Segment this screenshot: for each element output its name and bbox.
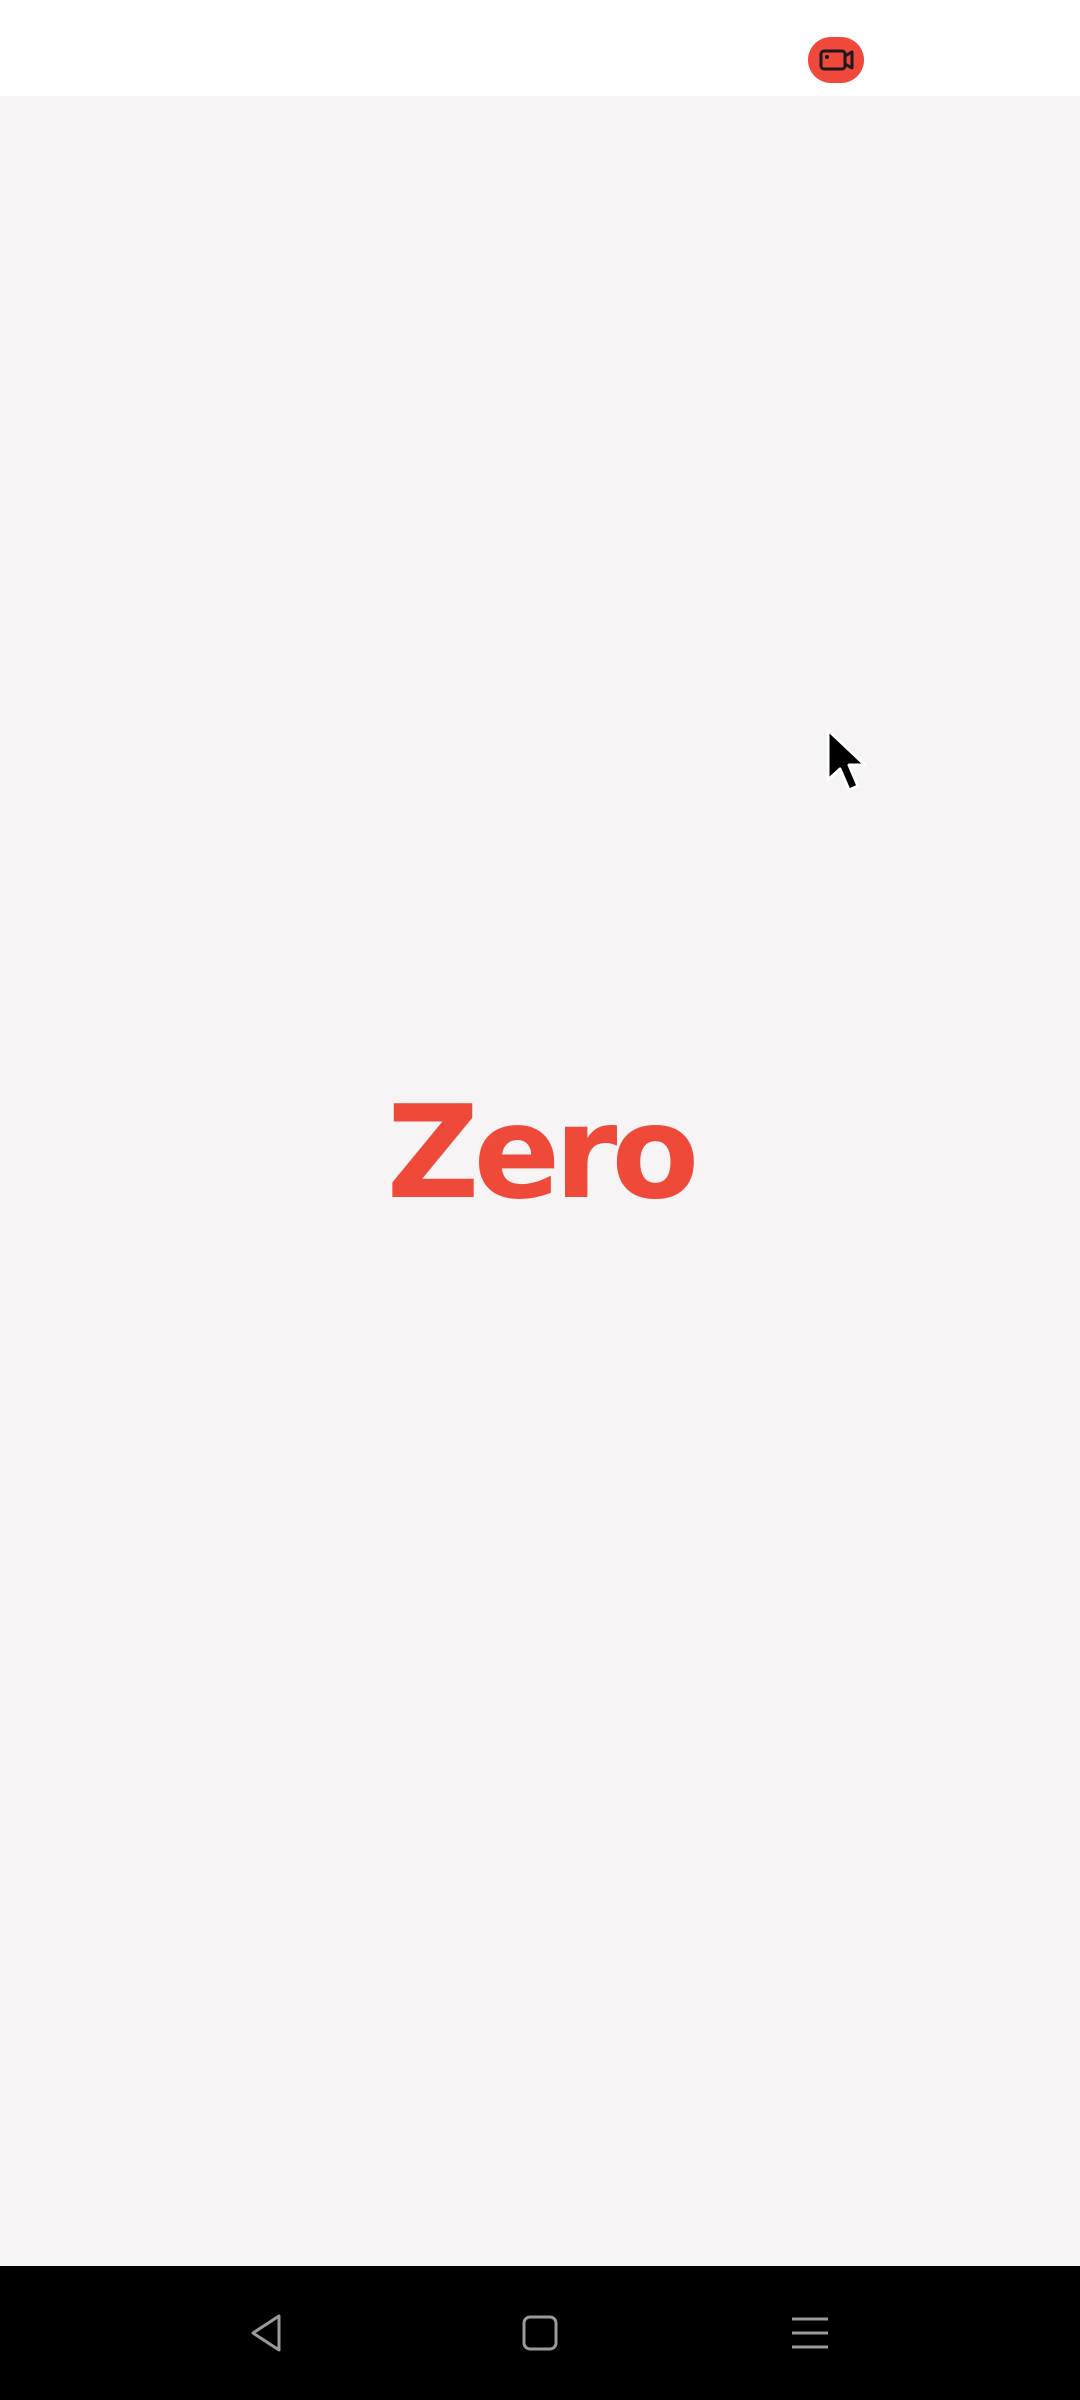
back-button[interactable] — [200, 2266, 334, 2400]
back-triangle-icon — [251, 2314, 281, 2352]
home-button[interactable] — [473, 2266, 607, 2400]
video-camera-icon — [808, 37, 864, 83]
mouse-pointer-icon — [826, 728, 867, 792]
app-logo: Zero — [0, 1090, 1080, 1218]
home-square-icon — [522, 2315, 558, 2351]
screen-record-indicator[interactable] — [808, 37, 864, 83]
navigation-bar — [0, 2266, 1080, 2400]
recents-menu-button[interactable] — [743, 2266, 877, 2400]
menu-lines-icon — [792, 2317, 828, 2349]
app-screen: Zero — [0, 0, 1080, 2400]
logo-text: Zero — [386, 1079, 700, 1228]
status-bar — [0, 0, 1080, 96]
